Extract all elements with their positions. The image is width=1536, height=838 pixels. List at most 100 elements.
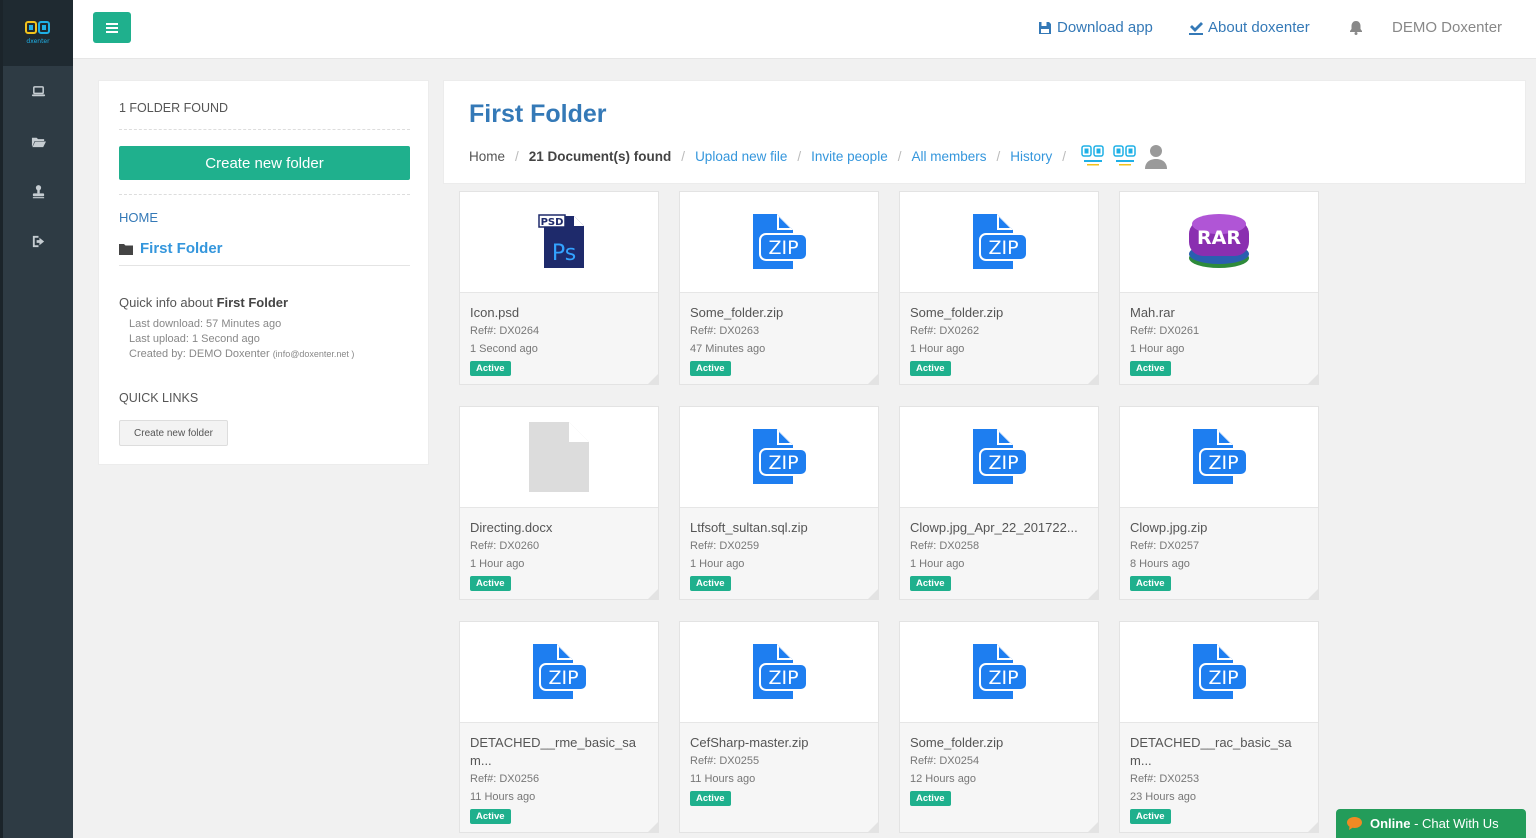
folder-item[interactable]: First Folder xyxy=(119,240,223,257)
svg-text:ZIP: ZIP xyxy=(768,667,798,689)
crumb-home[interactable]: Home xyxy=(469,149,505,164)
file-thumbnail[interactable]: ZIP xyxy=(900,622,1098,723)
file-card[interactable]: Directing.docx Ref#: DX0260 1 Hour ago Acti… xyxy=(459,406,659,600)
file-name[interactable]: CefSharp-master.zip xyxy=(690,734,868,752)
file-thumbnail[interactable]: ZIP xyxy=(900,192,1098,293)
file-ref: Ref#: DX0254 xyxy=(910,755,980,767)
file-card[interactable]: RAR Mah.rar Ref#: DX0261 1 Hour ago Active xyxy=(1119,191,1319,385)
file-time: 12 Hours ago xyxy=(910,773,977,785)
folder-sidebar: 1 FOLDER FOUND Create new folder HOME Fi… xyxy=(98,80,429,465)
user-menu[interactable]: DEMO Doxenter xyxy=(1392,19,1502,36)
download-app-link[interactable]: Download app xyxy=(1038,19,1153,36)
file-name[interactable]: Some_folder.zip xyxy=(690,304,868,322)
file-name[interactable]: Ltfsoft_sultan.sql.zip xyxy=(690,519,868,537)
file-name[interactable]: Mah.rar xyxy=(1130,304,1308,322)
rail-folders[interactable] xyxy=(3,116,73,166)
user-avatar-icon[interactable] xyxy=(1144,142,1168,170)
svg-text:PSD: PSD xyxy=(541,217,564,228)
folder-name: First Folder xyxy=(140,240,223,257)
doxenter-logo-icon: dxenter xyxy=(25,21,50,45)
page-title: First Folder xyxy=(469,100,607,128)
file-time: 8 Hours ago xyxy=(1130,558,1190,570)
file-card[interactable]: PSD Ps Icon.psd Ref#: DX0264 1 Second ago Act… xyxy=(459,191,659,385)
quick-create-folder-button[interactable]: Create new folder xyxy=(119,420,228,446)
file-card[interactable]: ZIP CefSharp-master.zip Ref#: DX0255 11 Hou… xyxy=(679,621,879,833)
svg-text:RAR: RAR xyxy=(1197,227,1241,249)
member-avatar-icon[interactable] xyxy=(1080,144,1106,168)
file-ref: Ref#: DX0263 xyxy=(690,325,760,337)
status-badge: Active xyxy=(690,576,731,591)
left-rail: dxenter xyxy=(0,0,73,838)
rail-stamp[interactable] xyxy=(3,166,73,216)
file-info: Icon.psd Ref#: DX0264 1 Second ago Active xyxy=(460,293,658,376)
file-thumbnail[interactable]: PSD Ps xyxy=(460,192,658,293)
svg-text:ZIP: ZIP xyxy=(1208,667,1238,689)
card-corner xyxy=(1088,589,1098,599)
rail-logout[interactable] xyxy=(3,216,73,266)
chat-bubble-icon xyxy=(1347,817,1362,830)
folder-icon xyxy=(119,243,133,255)
svg-text:ZIP: ZIP xyxy=(988,237,1018,259)
file-card[interactable]: ZIP Ltfsoft_sultan.sql.zip Ref#: DX0259 1 H… xyxy=(679,406,879,600)
zip-file-icon: ZIP xyxy=(533,644,588,699)
file-thumbnail[interactable]: ZIP xyxy=(680,407,878,508)
zip-file-icon: ZIP xyxy=(753,214,808,269)
file-name[interactable]: Some_folder.zip xyxy=(910,734,1088,752)
file-name[interactable]: Some_folder.zip xyxy=(910,304,1088,322)
notifications-button[interactable] xyxy=(1349,20,1363,40)
card-corner xyxy=(1088,374,1098,384)
topbar: Download app About doxenter DEMO Doxente… xyxy=(73,0,1536,59)
zip-file-icon: ZIP xyxy=(973,644,1028,699)
laptop-icon xyxy=(31,85,45,96)
file-thumbnail[interactable]: ZIP xyxy=(900,407,1098,508)
file-thumbnail[interactable]: ZIP xyxy=(1120,622,1318,723)
member-avatars xyxy=(1080,142,1168,170)
card-corner xyxy=(648,589,658,599)
file-card[interactable]: ZIP Some_folder.zip Ref#: DX0263 47 Minutes… xyxy=(679,191,879,385)
rail-dashboard[interactable] xyxy=(3,66,73,116)
file-time: 1 Hour ago xyxy=(910,558,965,570)
svg-text:ZIP: ZIP xyxy=(988,452,1018,474)
file-name[interactable]: DETACHED__rac_basic_sam... xyxy=(1130,734,1308,770)
file-card[interactable]: ZIP DETACHED__rme_basic_sam... Ref#: DX025… xyxy=(459,621,659,833)
live-chat-button[interactable]: Online - Chat With Us xyxy=(1336,809,1526,838)
file-ref: Ref#: DX0261 xyxy=(1130,325,1200,337)
last-download: Last download: 57 Minutes ago xyxy=(129,318,282,330)
app-logo[interactable]: dxenter xyxy=(3,0,73,66)
file-time: 11 Hours ago xyxy=(470,791,536,803)
file-info: Some_folder.zip Ref#: DX0262 1 Hour ago Act… xyxy=(900,293,1098,376)
last-upload: Last upload: 1 Second ago xyxy=(129,333,260,345)
file-thumbnail[interactable]: ZIP xyxy=(460,622,658,723)
document-file-icon xyxy=(529,422,589,492)
file-card[interactable]: ZIP Some_folder.zip Ref#: DX0254 12 Hours a… xyxy=(899,621,1099,833)
status-badge: Active xyxy=(1130,361,1171,376)
file-name[interactable]: Directing.docx xyxy=(470,519,648,537)
file-name[interactable]: Clowp.jpg_Apr_22_201722... xyxy=(910,519,1088,537)
create-folder-button[interactable]: Create new folder xyxy=(119,146,410,180)
file-thumbnail[interactable]: ZIP xyxy=(680,622,878,723)
file-card[interactable]: ZIP DETACHED__rac_basic_sam... Ref#: DX025… xyxy=(1119,621,1319,833)
file-card[interactable]: ZIP Clowp.jpg.zip Ref#: DX0257 8 Hours ago A… xyxy=(1119,406,1319,600)
card-corner xyxy=(1308,374,1318,384)
file-ref: Ref#: DX0256 xyxy=(470,773,540,785)
file-name[interactable]: Icon.psd xyxy=(470,304,648,322)
invite-people-link[interactable]: Invite people xyxy=(811,149,888,164)
file-thumbnail[interactable]: RAR xyxy=(1120,192,1318,293)
file-thumbnail[interactable]: ZIP xyxy=(1120,407,1318,508)
all-members-link[interactable]: All members xyxy=(911,149,986,164)
card-corner xyxy=(648,822,658,832)
file-thumbnail[interactable]: ZIP xyxy=(680,192,878,293)
member-avatar-icon[interactable] xyxy=(1112,144,1138,168)
file-card[interactable]: ZIP Clowp.jpg_Apr_22_201722... Ref#: DX025… xyxy=(899,406,1099,600)
file-name[interactable]: DETACHED__rme_basic_sam... xyxy=(470,734,648,770)
file-name[interactable]: Clowp.jpg.zip xyxy=(1130,519,1308,537)
about-link[interactable]: About doxenter xyxy=(1189,19,1310,36)
menu-toggle-button[interactable] xyxy=(93,12,131,43)
file-thumbnail[interactable] xyxy=(460,407,658,508)
card-corner xyxy=(868,822,878,832)
file-card[interactable]: ZIP Some_folder.zip Ref#: DX0262 1 Hour ago… xyxy=(899,191,1099,385)
history-link[interactable]: History xyxy=(1010,149,1052,164)
home-link[interactable]: HOME xyxy=(119,210,158,225)
upload-file-link[interactable]: Upload new file xyxy=(695,149,787,164)
status-badge: Active xyxy=(470,576,511,591)
